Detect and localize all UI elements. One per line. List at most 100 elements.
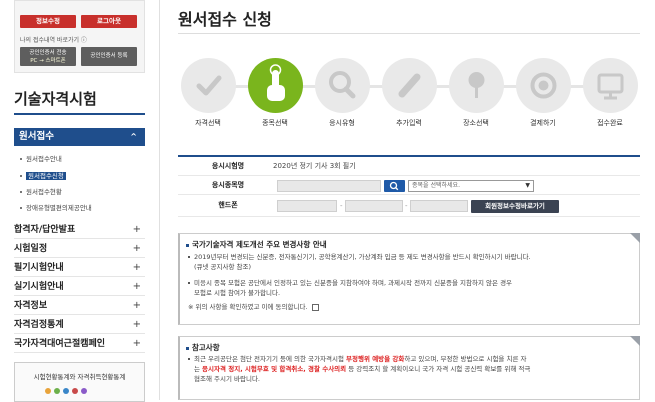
menu-application[interactable]: 원서접수 ^: [14, 128, 145, 146]
notice-line-text: 하고 있으며, 부정한 방법으로 시험을 치른 자: [404, 355, 527, 363]
phone-field-3[interactable]: [410, 200, 468, 212]
step-label: 접수완료: [597, 119, 623, 127]
stats-chart-icon: [45, 387, 90, 396]
step-label: 결제하기: [530, 119, 556, 127]
plus-icon: +: [132, 224, 141, 235]
notice-corner: [630, 233, 640, 243]
search-icon: [389, 181, 399, 191]
phone-field-1[interactable]: [277, 200, 337, 212]
step-qualification: 자격선택: [178, 58, 238, 128]
coin-icon: [530, 72, 556, 99]
notice-line: 2019년부터 변경되는 신분증, 전자통신기기, 공학용계산기, 가상계좌 입…: [188, 252, 531, 262]
sub-item-status[interactable]: 원서접수현황: [20, 186, 62, 196]
menu-statistics[interactable]: 자격검정통계 +: [14, 316, 145, 334]
menu-application-label: 원서접수: [19, 131, 54, 142]
notice-reference: 참고사항 최근 우리공단은 첨단 전자기기 등에 의한 국가자격시험 부정행위 …: [178, 336, 640, 400]
menu-campaign[interactable]: 국가자격대여근절캠페인 +: [14, 335, 145, 353]
user-box: 정보수정 로그아웃 나의 접수내역 바로가기 ⓘ 공인인증서 전송 PC → 스…: [14, 0, 145, 73]
phone-dash: -: [340, 202, 343, 210]
stats-banner[interactable]: 시험현황통계와 자격취득현황통계: [14, 362, 145, 402]
step-circle: [515, 58, 571, 113]
phone-field-2[interactable]: [345, 200, 403, 212]
item-select-value: 종목을 선택하세요.: [412, 182, 460, 189]
step-location: 장소선택: [446, 58, 506, 128]
menu-qualification-info[interactable]: 자격정보 +: [14, 297, 145, 315]
menu-label: 합격자/답안발표: [14, 225, 76, 235]
menu-practical-exam[interactable]: 실기시험안내 +: [14, 278, 145, 296]
ok-monitor-icon: [597, 73, 623, 100]
agree-checkbox[interactable]: [311, 303, 319, 311]
step-label: 자격선택: [195, 119, 221, 127]
menu-label: 자격정보: [14, 301, 48, 311]
bullet-icon: [20, 158, 22, 160]
menu-schedule[interactable]: 시험일정 +: [14, 240, 145, 258]
menu-label: 시험일정: [14, 244, 48, 254]
bullet-icon: [188, 256, 190, 258]
notice-line: (큐넷 공지사항 참조): [194, 263, 252, 271]
notice-emphasis: 부정행위 예방을 강화: [346, 355, 405, 363]
step-payment: 결제하기: [513, 58, 573, 128]
menu-label: 국가자격대여근절캠페인: [14, 339, 106, 349]
item-select[interactable]: 종목을 선택하세요. ▼: [408, 180, 534, 192]
sidebar-title: 기술자격시험: [14, 90, 97, 108]
step-circle: [247, 58, 303, 113]
step-circle: [314, 58, 370, 113]
notice-line-text: 미응시 종목 모험은 공단에서 인정하고 있는 신분증을 지참하여야 하며, 과…: [194, 279, 513, 287]
bullet-icon: [188, 358, 190, 360]
magnifier-icon: [328, 71, 355, 99]
plus-icon: +: [132, 262, 141, 273]
step-circle: [582, 58, 638, 113]
notice-line-text: 등 강력조치 할 계획이오니 국가 자격 시험 공신력 확보를 위해 적극: [346, 365, 531, 373]
info-edit-button[interactable]: 정보수정: [20, 15, 76, 28]
sidebar-divider: [159, 0, 160, 400]
menu-results[interactable]: 합격자/답안발표 +: [14, 221, 145, 239]
member-info-edit-button[interactable]: 회원정보수정바로가기: [471, 200, 559, 213]
location-pin-icon: [468, 72, 484, 98]
stats-banner-title: 시험현황통계와 자격취득현황통계: [33, 373, 126, 381]
step-type: 응시유형: [312, 58, 372, 128]
step-additional: 추가입력: [379, 58, 439, 128]
step-label: 추가입력: [396, 119, 422, 127]
plus-icon: +: [132, 319, 141, 330]
sidebar: 정보수정 로그아웃 나의 접수내역 바로가기 ⓘ 공인인증서 전송 PC → 스…: [0, 0, 152, 402]
search-button[interactable]: [384, 180, 405, 192]
sub-item-label: 원서접수안내: [26, 155, 62, 163]
square-bullet-icon: [186, 243, 189, 247]
step-item: 종목선택: [245, 58, 305, 128]
plus-icon: +: [132, 300, 141, 311]
cert-transfer-button[interactable]: 공인인증서 전송 PC → 스마트폰: [20, 47, 76, 66]
notice-line: 최근 우리공단은 첨단 전자기기 등에 의한 국가자격시험 부정행위 예방을 강…: [188, 354, 526, 364]
my-receipt-link[interactable]: 나의 접수내역 바로가기 ⓘ: [20, 35, 87, 44]
sub-item-accessibility[interactable]: 장애유형별편의제공안내: [20, 202, 92, 212]
cert-transfer-label: 공인인증서 전송: [29, 50, 67, 56]
exam-name-value: 2020년 정기 기사 3회 필기: [273, 162, 356, 170]
title-divider: [178, 33, 640, 34]
phone-label: 핸드폰: [218, 201, 238, 209]
phone-dash: -: [405, 202, 408, 210]
bullet-icon: [188, 282, 190, 284]
logout-button[interactable]: 로그아웃: [81, 15, 137, 28]
plus-icon: +: [132, 243, 141, 254]
menu-label: 실기시험안내: [14, 282, 64, 292]
sub-item-apply[interactable]: 원서접수신청: [20, 170, 66, 180]
step-complete: 접수완료: [580, 58, 640, 128]
menu-written-exam[interactable]: 필기시험안내 +: [14, 259, 145, 277]
sidebar-title-underline: [14, 113, 145, 115]
agree-text: ※ 위의 사항을 확인하였고 이에 동의합니다.: [188, 303, 308, 311]
bullet-icon: [20, 191, 22, 193]
plus-icon: +: [132, 281, 141, 292]
item-search-input[interactable]: [277, 180, 381, 192]
row-exam-name: 응시시험명 2020년 정기 기사 3회 필기: [178, 157, 640, 176]
sub-item-guide[interactable]: 원서접수안내: [20, 153, 62, 163]
notice-line-text: 2019년부터 변경되는 신분증, 전자통신기기, 공학용계산기, 가상계좌 입…: [194, 253, 531, 261]
bullet-icon: [20, 207, 22, 209]
notice-line: 협조해 주시기 바랍니다.: [194, 375, 260, 383]
cert-register-button[interactable]: 공인인증서 등록: [81, 47, 137, 66]
menu-label: 자격검정통계: [14, 320, 64, 330]
sub-item-label: 원서접수현황: [26, 188, 62, 196]
page-title: 원서접수 신청: [178, 10, 272, 29]
menu-label: 필기시험안내: [14, 263, 64, 273]
plus-icon: +: [132, 338, 141, 349]
notice-emphasis: 응시자격 정지, 시험무효 및 합격취소, 경찰 수사의뢰: [202, 365, 347, 373]
notice-line: 모험로 시험 참여가 불가합니다.: [194, 289, 281, 297]
